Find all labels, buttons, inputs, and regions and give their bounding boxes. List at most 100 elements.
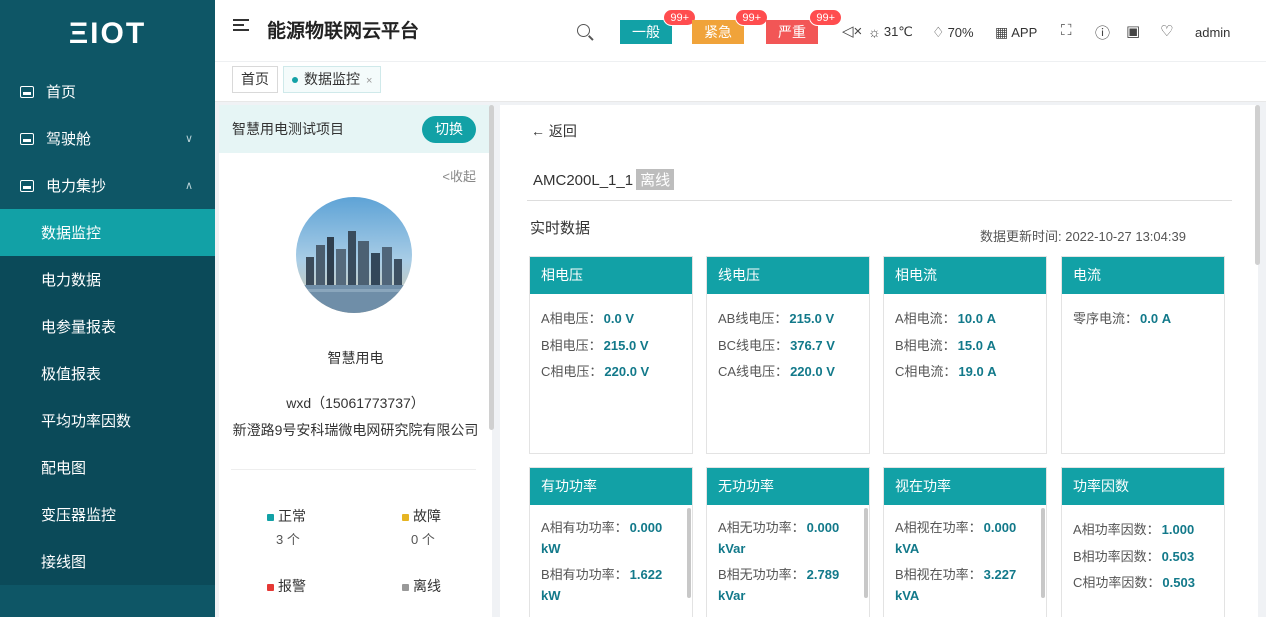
sun-icon: ☼	[868, 24, 881, 40]
status-normal[interactable]: 正常 3 个	[267, 506, 306, 548]
sidebar-subitem-avg-power-factor[interactable]: 平均功率因数	[0, 397, 215, 444]
monitor-icon	[20, 85, 34, 98]
help-icon[interactable]: ⓘ	[1095, 22, 1110, 43]
alarm-count-badge: 99+	[735, 9, 768, 26]
card-title: 功率因数	[1062, 468, 1224, 505]
sidebar-subitem-extreme-report[interactable]: 极值报表	[0, 350, 215, 397]
city-skyline-image	[296, 197, 412, 313]
temperature-readout: ☼ 31℃	[868, 24, 913, 40]
data-row: B相功率因数： 0.503	[1073, 548, 1195, 564]
card-title: 线电压	[707, 257, 869, 294]
back-link[interactable]: ← 返回	[531, 121, 577, 141]
card-title: 电流	[1062, 257, 1224, 294]
meter-icon	[20, 179, 34, 192]
data-row: C相电压： 220.0 V	[541, 364, 650, 379]
page-title: 能源物联网云平台	[267, 21, 420, 42]
logo: ΞIOT	[68, 17, 147, 50]
data-row: BC线电压： 376.7 V	[718, 337, 835, 353]
sidebar-item-power-collection[interactable]: 电力集抄 ∧	[0, 162, 215, 209]
card-current: 电流 零序电流： 0.0 A	[1061, 256, 1225, 454]
device-title: AMC200L_1_1 离线	[533, 169, 675, 190]
app-download-link[interactable]: ▦ APP	[995, 24, 1037, 41]
card-title: 相电流	[884, 257, 1046, 294]
sidebar-item-label: 电力集抄	[46, 178, 107, 195]
status-fault[interactable]: 故障 0 个	[402, 506, 441, 548]
status-dot-icon	[267, 583, 274, 591]
project-avatar	[296, 197, 412, 313]
panel-scrollbar[interactable]	[489, 105, 494, 430]
alarm-urgent-button[interactable]: 紧急 99+	[692, 9, 768, 44]
header: 能源物联网云平台 一般 99+ 紧急 99+ 严重 99+ ◁× ☼ 31℃ ♢…	[215, 0, 1266, 62]
project-user: wxd（15061773737）	[286, 395, 425, 411]
skin-icon[interactable]: ♡	[1160, 22, 1173, 40]
data-row: A相电压： 0.0 V	[541, 311, 635, 326]
main-scrollbar[interactable]	[1255, 105, 1260, 265]
card-power-factor: 功率因数 A相功率因数： 1.000 B相功率因数： 0.503 C相功率因数： 0.…	[1061, 467, 1225, 617]
sidebar-subitem-transformer-monitor[interactable]: 变压器监控	[0, 491, 215, 538]
project-display-name: 智慧用电	[327, 350, 384, 366]
section-title: 实时数据	[530, 220, 591, 237]
data-row: A相功率因数： 1.000	[1073, 522, 1195, 537]
card-title: 有功功率	[530, 468, 692, 505]
user-menu[interactable]: admin	[1195, 25, 1230, 40]
collapse-link[interactable]: <收起	[442, 166, 476, 185]
data-row: CA线电压： 220.0 V	[718, 364, 835, 379]
data-row: C相功率因数： 0.503	[1073, 575, 1195, 590]
status-alarm[interactable]: 报警	[267, 576, 306, 596]
sidebar-subitem-param-report[interactable]: 电参量报表	[0, 303, 215, 350]
data-row: B相无功功率： 2.789 kVar	[718, 567, 840, 603]
data-row: A相无功功率： 0.000 kVar	[718, 520, 840, 556]
translate-icon[interactable]: ▣	[1126, 22, 1140, 40]
sidebar-subitem-distribution-diagram[interactable]: 配电图	[0, 444, 215, 491]
close-icon[interactable]: ×	[366, 75, 372, 87]
data-row: A相视在功率： 0.000 kVA	[895, 520, 1017, 556]
data-row: C相电流： 19.0 A	[895, 364, 997, 379]
tab-home[interactable]: 首页	[232, 66, 278, 93]
status-dot-icon	[402, 513, 409, 521]
search-icon[interactable]	[577, 24, 590, 37]
project-address: 新澄路9号安科瑞微电网研究院有限公司	[232, 422, 479, 438]
qrcode-icon: ▦	[995, 24, 1009, 40]
humidity-readout: ♢ 70%	[932, 24, 974, 40]
data-row: 零序电流： 0.0 A	[1073, 311, 1172, 326]
divider	[527, 200, 1232, 201]
card-scrollbar[interactable]	[687, 508, 691, 598]
tab-data-monitor[interactable]: 数据监控 ×	[283, 66, 382, 93]
card-scrollbar[interactable]	[864, 508, 868, 598]
project-panel: 智慧用电测试项目 切换 <收起 智慧用电 wxd（15061773737） 新澄…	[219, 105, 492, 617]
alarm-general-button[interactable]: 一般 99+	[620, 9, 696, 44]
mute-icon[interactable]: ◁×	[842, 22, 862, 40]
device-detail-panel: ← 返回 AMC200L_1_1 离线 实时数据 数据更新时间: 2022-10-…	[500, 105, 1258, 617]
project-name: 智慧用电测试项目	[232, 121, 344, 137]
tab-bar: 首页 数据监控 ×	[215, 62, 1266, 102]
fullscreen-icon[interactable]: ⛶	[1061, 22, 1072, 39]
alarm-severe-button[interactable]: 严重 99+	[766, 9, 842, 44]
sidebar-item-label: 驾驶舱	[46, 131, 92, 148]
menu-toggle-icon[interactable]	[233, 19, 249, 33]
sidebar-subitem-wiring-diagram[interactable]: 接线图	[0, 538, 215, 585]
project-header: 智慧用电测试项目 切换	[219, 105, 492, 153]
sidebar-item-home[interactable]: 首页	[0, 68, 215, 115]
data-row: A相有功功率： 0.000 kW	[541, 520, 663, 556]
divider	[231, 469, 476, 470]
data-row: A相电流： 10.0 A	[895, 311, 996, 326]
sidebar-subitem-data-monitor[interactable]: 数据监控	[0, 209, 215, 256]
card-scrollbar[interactable]	[1041, 508, 1045, 598]
status-offline[interactable]: 离线	[402, 576, 441, 596]
device-name: AMC200L_1_1	[533, 172, 634, 189]
sidebar-item-label: 首页	[46, 84, 77, 101]
sidebar-item-cockpit[interactable]: 驾驶舱 ∨	[0, 115, 215, 162]
status-dot-icon	[402, 583, 409, 591]
card-phase-voltage: 相电压 A相电压： 0.0 V B相电压： 215.0 V C相电压： 220.0 V	[529, 256, 693, 454]
data-row: AB线电压： 215.0 V	[718, 311, 835, 326]
active-dot-icon	[292, 77, 298, 84]
sidebar-subitem-power-data[interactable]: 电力数据	[0, 256, 215, 303]
chevron-down-icon: ∨	[184, 133, 193, 145]
switch-project-button[interactable]: 切换	[422, 116, 476, 143]
status-dot-icon	[267, 513, 274, 521]
status-badge: 离线	[636, 169, 675, 190]
dashboard-icon	[20, 132, 34, 145]
card-apparent-power: 视在功率 A相视在功率： 0.000 kVA B相视在功率： 3.227 kVA	[883, 467, 1047, 617]
data-row: B相电压： 215.0 V	[541, 337, 649, 353]
update-time: 数据更新时间: 2022-10-27 13:04:39	[980, 229, 1186, 244]
